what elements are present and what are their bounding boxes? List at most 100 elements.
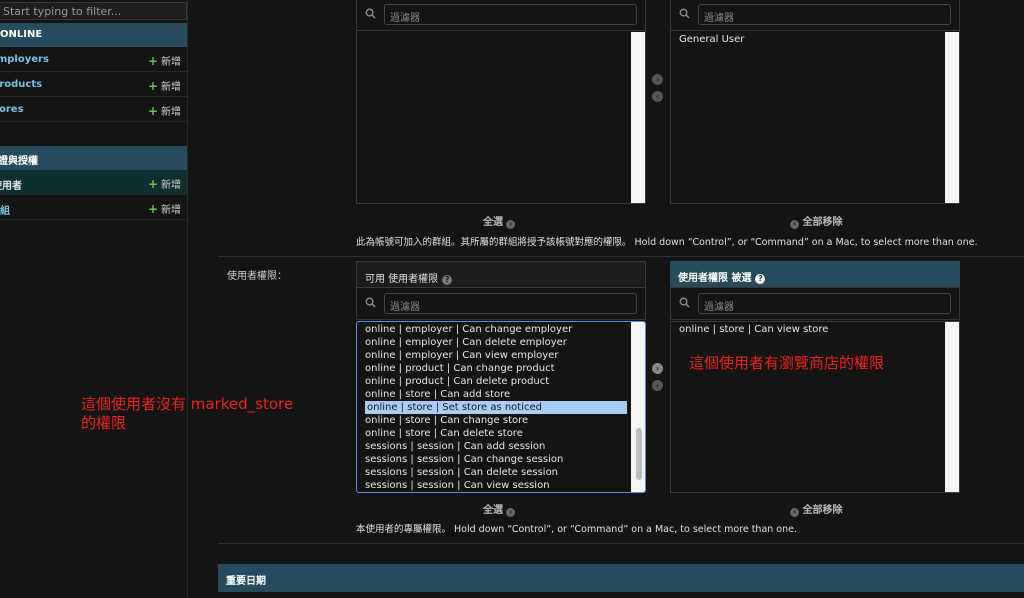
section-title: ONLINE: [0, 29, 43, 40]
sidebar-item-stores[interactable]: Stores +新增: [0, 97, 187, 122]
list-item[interactable]: online | store | Can view store: [679, 323, 828, 336]
add-user-button[interactable]: + 新增: [148, 176, 181, 191]
plus-icon: +: [147, 177, 158, 191]
model-link-products[interactable]: Products: [0, 79, 42, 90]
sidebar-item-employers[interactable]: Employers +新增: [0, 47, 187, 72]
permissions-available-header: 可用 使用者權限?: [356, 261, 646, 288]
groups-chosen-list[interactable]: General User: [671, 32, 959, 203]
plus-icon: +: [147, 79, 158, 93]
add-store-button[interactable]: + 新增: [148, 103, 181, 118]
annotation-line: 這個使用者沒有 marked_store: [81, 395, 294, 413]
groups-chosen-filter-bar: 過濾器: [671, 0, 959, 31]
chosen-title: 使用者權限 被選: [678, 273, 752, 284]
model-link-employers[interactable]: Employers: [0, 54, 49, 65]
permissions-remove-all-link[interactable]: ‹ 全部移除: [790, 501, 842, 517]
important-dates-section-header: 重要日期: [218, 564, 1024, 592]
list-item[interactable]: sessions | session | Can change session: [365, 453, 563, 466]
scrollbar[interactable]: [945, 322, 959, 492]
add-label: 新增: [161, 180, 181, 191]
scrollbar[interactable]: [631, 322, 645, 492]
add-label: 新增: [161, 107, 181, 118]
permissions-chosen-filter-input[interactable]: 過濾器: [698, 293, 951, 314]
plus-icon: +: [147, 54, 158, 68]
groups-filter-bar: 過濾器: [357, 0, 645, 31]
permissions-filter-input[interactable]: 過濾器: [384, 293, 637, 314]
permissions-chosen-header: 使用者權限 被選?: [670, 261, 960, 288]
nav-filter-input[interactable]: Start typing to filter...: [0, 2, 187, 20]
add-permission-arrow-icon[interactable]: ›: [652, 363, 663, 374]
model-link-stores[interactable]: Stores: [0, 104, 24, 115]
list-item[interactable]: online | store | Can add store: [365, 388, 510, 401]
chevron-left-icon: ‹: [790, 508, 799, 517]
search-icon: [679, 297, 690, 308]
list-item[interactable]: online | product | Can change product: [365, 362, 555, 375]
permissions-help-text: 本使用者的專屬權限。 Hold down “Control”, or “Comm…: [356, 524, 798, 535]
list-item[interactable]: sessions | session | Can delete session: [365, 466, 558, 479]
groups-remove-all-link[interactable]: ‹ 全部移除: [790, 213, 842, 229]
groups-choose-all-link[interactable]: 全選 ›: [483, 213, 516, 229]
model-link-users[interactable]: 使用者: [0, 177, 22, 192]
section-title: 認證與授權: [0, 156, 38, 167]
chevron-right-icon: ›: [506, 220, 516, 229]
permissions-label: 使用者權限：: [227, 271, 287, 282]
model-link-groups[interactable]: 群組: [0, 202, 10, 217]
add-product-button[interactable]: + 新增: [148, 78, 181, 93]
help-icon[interactable]: ?: [442, 275, 453, 285]
annotation-no-marked-store: 這個使用者沒有 marked_store 的權限: [81, 395, 293, 433]
plus-icon: +: [147, 202, 158, 216]
row-divider: [218, 543, 1024, 544]
list-item[interactable]: online | store | Can delete store: [365, 427, 523, 440]
scrollbar-thumb[interactable]: [636, 428, 642, 480]
remove-all-label: 全部移除: [802, 505, 843, 516]
help-icon[interactable]: ?: [755, 274, 766, 284]
sidebar-nav: Start typing to filter... ONLINE Employe…: [0, 0, 188, 598]
row-divider: [218, 256, 1024, 257]
app-section-online[interactable]: ONLINE: [0, 23, 187, 47]
search-icon: [365, 8, 376, 19]
scrollbar[interactable]: [945, 32, 959, 203]
permissions-chosen-filter-bar: 過濾器: [670, 288, 960, 320]
chevron-right-icon: ›: [506, 508, 516, 517]
sidebar-item-users[interactable]: 使用者 +新增: [0, 170, 187, 195]
permissions-choose-all-link[interactable]: 全選 ›: [483, 501, 516, 517]
sidebar-item-groups[interactable]: 群組 +新增: [0, 195, 187, 220]
permissions-available-box: 可用 使用者權限? 過濾器 online | employer | Can ch…: [356, 261, 646, 493]
groups-filter-input[interactable]: 過濾器: [384, 4, 637, 25]
list-item[interactable]: online | employer | Can change employer: [365, 323, 572, 336]
groups-chosen-box: 過濾器 General User: [670, 0, 960, 204]
remove-permission-arrow-icon[interactable]: ‹: [652, 380, 663, 391]
available-title: 可用 使用者權限: [365, 274, 439, 285]
annotation-line: 的權限: [81, 414, 127, 432]
chevron-left-icon: ‹: [790, 220, 799, 229]
groups-available-box: 過濾器: [356, 0, 646, 204]
permissions-chosen-box: 使用者權限 被選? 過濾器 online | store | Can view …: [670, 261, 960, 493]
choose-all-label: 全選: [483, 217, 503, 228]
list-item[interactable]: online | store | Can change store: [365, 414, 528, 427]
annotation-view-store: 這個使用者有瀏覽商店的權限: [689, 354, 885, 372]
permissions-chosen-list[interactable]: online | store | Can view store: [670, 321, 960, 493]
list-item[interactable]: online | employer | Can view employer: [365, 349, 558, 362]
search-icon: [365, 297, 376, 308]
groups-chosen-filter-input[interactable]: 過濾器: [698, 4, 951, 25]
add-label: 新增: [161, 57, 181, 68]
section-title: 重要日期: [226, 576, 266, 587]
list-item[interactable]: sessions | session | Can add session: [365, 440, 545, 453]
list-item[interactable]: online | product | Can delete product: [365, 375, 549, 388]
search-icon: [679, 8, 690, 19]
list-item-highlighted[interactable]: online | store | Set store as noticed: [365, 401, 627, 414]
permissions-available-list[interactable]: online | employer | Can change employer …: [356, 321, 646, 493]
list-item[interactable]: General User: [679, 33, 744, 46]
add-label: 新增: [161, 205, 181, 216]
scrollbar[interactable]: [631, 32, 645, 203]
groups-available-list[interactable]: [357, 32, 645, 203]
list-item[interactable]: online | employer | Can delete employer: [365, 336, 567, 349]
plus-icon: +: [147, 104, 158, 118]
list-item[interactable]: sessions | session | Can view session: [365, 479, 550, 492]
sidebar-item-products[interactable]: Products +新增: [0, 72, 187, 97]
add-group-arrow-icon[interactable]: ›: [652, 74, 663, 85]
add-group-button[interactable]: + 新增: [148, 201, 181, 216]
app-section-auth[interactable]: 認證與授權: [0, 146, 187, 170]
add-employer-button[interactable]: + 新增: [148, 53, 181, 68]
remove-group-arrow-icon[interactable]: ‹: [652, 91, 663, 102]
permissions-filter-bar: 過濾器: [356, 288, 646, 320]
